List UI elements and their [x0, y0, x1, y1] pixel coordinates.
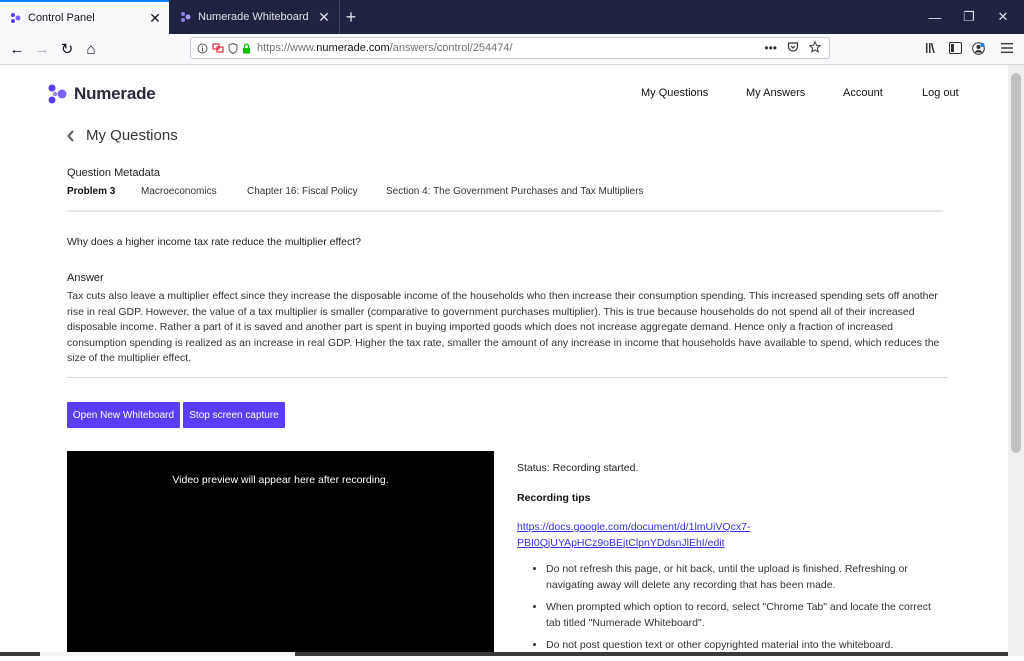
account-icon[interactable] [968, 37, 988, 59]
recording-tips-list: Do not refresh this page, or hit back, u… [530, 562, 941, 661]
recording-tips-heading: Recording tips [517, 492, 591, 504]
answer-text: Tax cuts also leave a multiplier effect … [67, 290, 940, 364]
question-text: Why does a higher income tax rate reduce… [67, 236, 361, 248]
forward-button[interactable]: → [30, 37, 54, 61]
tab-numerade-whiteboard[interactable]: Numerade Whiteboard ✕ [170, 0, 338, 34]
browser-tab-bar: Control Panel ✕ Numerade Whiteboard ✕ + … [0, 0, 1024, 34]
list-item: Do not refresh this page, or hit back, u… [546, 562, 941, 593]
metadata-problem: Problem 3 [67, 186, 116, 197]
video-preview: Video preview will appear here after rec… [67, 451, 494, 656]
permissions-icon [212, 43, 224, 52]
recording-tips-link[interactable]: https://docs.google.com/document/d/1lmUi… [517, 520, 777, 551]
logo-text: Numerade [74, 84, 156, 103]
divider [67, 377, 948, 378]
close-window-button[interactable]: ✕ [986, 0, 1020, 34]
bottom-bar [0, 652, 1008, 656]
bookmark-star-icon[interactable] [809, 41, 821, 53]
new-tab-button[interactable]: + [339, 0, 362, 34]
nav-log-out[interactable]: Log out [922, 87, 959, 99]
list-item: When prompted which option to record, se… [546, 600, 941, 631]
metadata-subject: Macroeconomics [141, 186, 217, 197]
lock-icon [243, 43, 250, 53]
shield-icon [228, 42, 238, 54]
numerade-favicon-icon [180, 11, 192, 23]
numerade-logo-icon [48, 84, 67, 104]
stop-screen-capture-button[interactable]: Stop screen capture [183, 402, 285, 428]
sidebar-icon[interactable] [945, 37, 965, 59]
minimize-button[interactable]: — [918, 0, 952, 34]
numerade-logo[interactable]: Numerade [47, 83, 156, 105]
reload-button[interactable]: ↻ [55, 37, 79, 61]
tab-close-icon[interactable]: ✕ [145, 10, 165, 27]
home-button[interactable]: ⌂ [79, 37, 103, 61]
tab-title: Numerade Whiteboard [198, 11, 309, 23]
url-text: https://www.numerade.com/answers/control… [257, 42, 513, 54]
video-preview-message: Video preview will appear here after rec… [172, 474, 389, 486]
metadata-chapter: Chapter 16: Fiscal Policy [247, 186, 358, 197]
address-bar[interactable]: https://www.numerade.com/answers/control… [190, 37, 830, 59]
metadata-section: Section 4: The Government Purchases and … [386, 186, 644, 197]
answer-heading: Answer [67, 272, 104, 284]
page-actions-icon[interactable]: ••• [764, 41, 777, 55]
metadata-heading: Question Metadata [67, 167, 160, 179]
library-icon[interactable] [922, 37, 942, 59]
menu-icon[interactable] [997, 37, 1017, 59]
back-button[interactable]: ← [5, 37, 29, 61]
scrollbar-thumb[interactable] [1011, 73, 1021, 453]
divider [67, 210, 943, 212]
url-actions: ••• [764, 41, 821, 55]
page-header: My Questions [66, 127, 178, 144]
page-title: My Questions [86, 127, 178, 144]
chevron-left-icon[interactable] [66, 129, 76, 143]
page-scrollbar[interactable] [1008, 65, 1024, 656]
browser-nav-bar: ← → ↻ ⌂ https://www.numerade.com/answers… [0, 34, 1024, 65]
pocket-icon[interactable] [787, 41, 799, 53]
restore-button[interactable]: ❐ [952, 0, 986, 34]
open-whiteboard-button[interactable]: Open New Whiteboard [67, 402, 180, 428]
nav-my-answers[interactable]: My Answers [746, 87, 805, 99]
numerade-favicon-icon [10, 12, 22, 24]
tab-control-panel[interactable]: Control Panel ✕ [0, 0, 169, 34]
tab-title: Control Panel [28, 12, 95, 24]
info-icon [197, 43, 208, 53]
recording-status: Status: Recording started. [517, 462, 639, 474]
nav-account[interactable]: Account [843, 87, 883, 99]
tab-close-icon[interactable]: ✕ [314, 9, 334, 26]
nav-my-questions[interactable]: My Questions [641, 87, 708, 99]
bottom-bar-segment [40, 652, 295, 656]
site-security-icons [197, 42, 251, 54]
